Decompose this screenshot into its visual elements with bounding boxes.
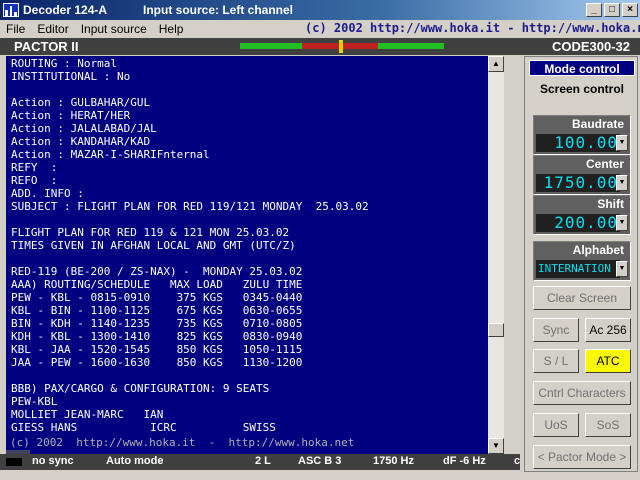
control-panel: Mode control Screen control Baudrate 100… xyxy=(524,56,638,472)
menu-help[interactable]: Help xyxy=(153,22,190,36)
ac256-button[interactable]: Ac 256 xyxy=(585,318,631,342)
baudrate-label: Baudrate xyxy=(571,117,624,131)
menu-file[interactable]: File xyxy=(0,22,31,36)
atc-button[interactable]: ATC xyxy=(585,349,631,373)
tab-mode-control[interactable]: Mode control xyxy=(529,60,635,76)
sos-button[interactable]: SoS xyxy=(585,413,631,437)
mode-bar: PACTOR II CODE300-32 xyxy=(0,38,640,55)
center-field: Center 1750.00 ▼ xyxy=(533,155,631,195)
status-bar: no sync Auto mode 2 L ASC B 3 1750 Hz dF… xyxy=(0,454,520,470)
maximize-button[interactable]: □ xyxy=(604,3,620,17)
status-mode: Auto mode xyxy=(106,455,164,467)
clear-screen-button[interactable]: Clear Screen xyxy=(533,286,631,310)
tuning-marker[interactable] xyxy=(339,40,343,53)
center-dropdown-icon[interactable]: ▼ xyxy=(616,175,628,191)
shift-value[interactable]: 200.00 xyxy=(536,214,620,232)
decoded-text-area[interactable]: ROUTING : Normal INSTITUTIONAL : No Acti… xyxy=(6,56,488,454)
tab-screen-control[interactable]: Screen control xyxy=(529,81,635,97)
center-value[interactable]: 1750.00 xyxy=(536,174,620,192)
status-df: dF -6 Hz xyxy=(443,455,486,467)
baudrate-dropdown-icon[interactable]: ▼ xyxy=(616,135,628,151)
shift-label: Shift xyxy=(597,197,624,211)
copyright-text: (c) 2002 http://www.hoka.it - http://www… xyxy=(305,21,640,35)
menu-input-source[interactable]: Input source xyxy=(75,22,153,36)
title-bar: Decoder 124-A Input source: Left channel… xyxy=(0,0,640,20)
cntrl-characters-button[interactable]: Cntrl Characters xyxy=(533,381,631,405)
scroll-up-icon[interactable]: ▲ xyxy=(488,56,504,72)
uos-button[interactable]: UoS xyxy=(533,413,579,437)
mode-name: PACTOR II xyxy=(14,39,79,54)
sync-led-icon xyxy=(6,458,22,466)
baudrate-value[interactable]: 100.00 xyxy=(536,134,620,152)
alphabet-value[interactable]: INTERNATION xyxy=(536,260,620,278)
decoded-text: ROUTING : Normal INSTITUTIONAL : No Acti… xyxy=(11,57,369,434)
app-icon xyxy=(3,3,19,17)
pactor-mode-button[interactable]: < Pactor Mode > xyxy=(533,445,631,469)
shift-field: Shift 200.00 ▼ xyxy=(533,195,631,235)
alphabet-dropdown-icon[interactable]: ▼ xyxy=(616,261,628,277)
status-sync: no sync xyxy=(32,455,74,467)
watermark-text: (c) 2002 http://www.hoka.it - http://www… xyxy=(10,436,355,449)
shift-dropdown-icon[interactable]: ▼ xyxy=(616,215,628,231)
menu-bar: File Editor Input source Help (c) 2002 h… xyxy=(0,20,640,38)
status-extra: c xyxy=(514,455,521,467)
scroll-thumb[interactable] xyxy=(488,323,504,337)
vertical-scrollbar[interactable]: ▲ ▼ xyxy=(488,56,504,454)
menu-editor[interactable]: Editor xyxy=(31,22,74,36)
scroll-down-icon[interactable]: ▼ xyxy=(488,438,504,454)
alphabet-label: Alphabet xyxy=(572,243,624,257)
close-button[interactable]: × xyxy=(622,3,638,17)
input-source-title: Input source: Left channel xyxy=(143,3,294,17)
sl-button[interactable]: S / L xyxy=(533,349,579,373)
minimize-button[interactable]: _ xyxy=(586,3,602,17)
status-freq: 1750 Hz xyxy=(373,455,414,467)
alphabet-field: Alphabet INTERNATION ▼ xyxy=(533,241,631,281)
code-name: CODE300-32 xyxy=(551,39,630,54)
center-label: Center xyxy=(585,157,624,171)
sync-button[interactable]: Sync xyxy=(533,318,579,342)
app-title: Decoder 124-A xyxy=(23,3,108,17)
baudrate-field: Baudrate 100.00 ▼ xyxy=(533,115,631,155)
status-lines: 2 L xyxy=(255,455,271,467)
status-asc: ASC B 3 xyxy=(298,455,342,467)
